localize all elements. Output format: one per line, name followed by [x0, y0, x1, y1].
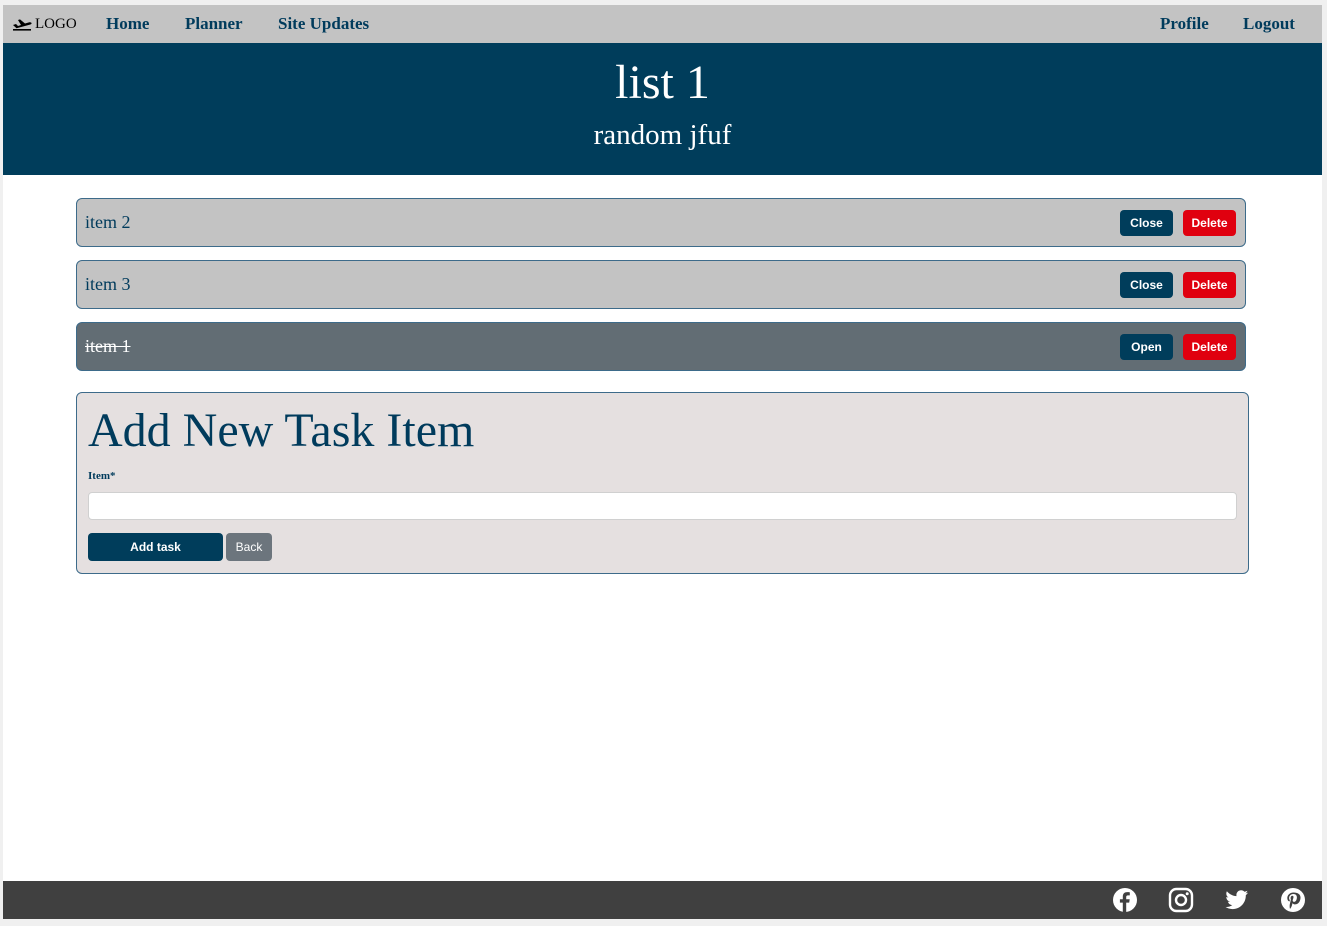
nav-profile-link[interactable]: Profile — [1160, 14, 1209, 34]
delete-task-button[interactable]: Delete — [1183, 334, 1236, 360]
nav-planner-link[interactable]: Planner — [185, 14, 243, 34]
open-task-button[interactable]: Open — [1120, 334, 1173, 360]
close-task-button[interactable]: Close — [1120, 210, 1173, 236]
twitter-icon[interactable] — [1224, 887, 1250, 913]
list-header: list 1 random jfuf — [3, 43, 1322, 175]
task-label: item 3 — [85, 274, 131, 294]
list-subtitle: random jfuf — [593, 119, 732, 151]
add-task-button[interactable]: Add task — [88, 533, 223, 561]
item-field-label: Item* — [88, 470, 116, 482]
facebook-icon[interactable] — [1112, 887, 1138, 913]
top-navbar: LOGO Home Planner Site Updates Profile L… — [3, 5, 1322, 43]
task-label: item 1 — [85, 336, 131, 356]
nav-logout-link[interactable]: Logout — [1243, 14, 1295, 34]
logo[interactable]: LOGO — [12, 14, 77, 34]
airplane-departure-icon — [13, 19, 32, 31]
item-input[interactable] — [88, 492, 1237, 520]
delete-task-button[interactable]: Delete — [1183, 210, 1236, 236]
task-row: item 2 Close Delete — [76, 198, 1246, 247]
list-title: list 1 — [615, 56, 710, 109]
footer — [3, 881, 1322, 919]
add-task-form: Add New Task Item Item* Add task Back — [76, 392, 1249, 574]
back-button[interactable]: Back — [226, 533, 272, 561]
logo-text: LOGO — [35, 15, 77, 32]
close-task-button[interactable]: Close — [1120, 272, 1173, 298]
task-row: item 3 Close Delete — [76, 260, 1246, 309]
nav-home-link[interactable]: Home — [106, 14, 149, 34]
nav-site-updates-link[interactable]: Site Updates — [278, 14, 369, 34]
delete-task-button[interactable]: Delete — [1183, 272, 1236, 298]
task-row-completed: item 1 Open Delete — [76, 322, 1246, 371]
add-task-heading: Add New Task Item — [88, 404, 475, 457]
instagram-icon[interactable] — [1168, 887, 1194, 913]
task-label: item 2 — [85, 212, 131, 232]
page-frame: LOGO Home Planner Site Updates Profile L… — [3, 5, 1322, 919]
pinterest-icon[interactable] — [1280, 887, 1306, 913]
